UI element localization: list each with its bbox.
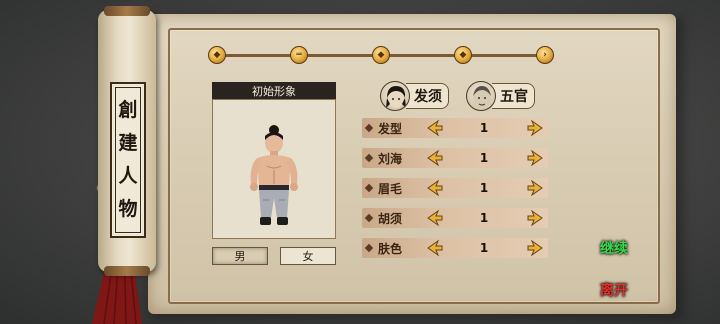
prev-arrow-icon[interactable] <box>426 210 444 226</box>
title-char: 人 <box>118 165 138 187</box>
prev-arrow-icon[interactable] <box>426 240 444 256</box>
next-arrow-icon[interactable] <box>526 210 544 226</box>
progress-step-2: ═ <box>290 46 308 64</box>
title-char: 創 <box>118 99 138 121</box>
character-figure <box>250 125 298 225</box>
female-button[interactable]: 女 <box>280 247 336 265</box>
character-portrait <box>212 99 336 239</box>
progress-step-3: ◆ <box>372 46 390 64</box>
title-char: 建 <box>118 132 138 154</box>
attribute-value: 1 <box>479 211 489 225</box>
prev-arrow-icon[interactable] <box>426 180 444 196</box>
next-arrow-icon[interactable] <box>526 240 544 256</box>
next-arrow-icon[interactable] <box>526 120 544 136</box>
attribute-label: 刘海 <box>364 148 422 168</box>
progress-step-5: › <box>536 46 554 64</box>
leave-button[interactable]: 离开 <box>600 284 628 298</box>
next-arrow-icon[interactable] <box>526 180 544 196</box>
tab-label: 五官 <box>492 83 535 109</box>
prev-arrow-icon[interactable] <box>426 150 444 166</box>
attribute-value: 1 <box>479 241 489 255</box>
title-char: 物 <box>118 198 138 220</box>
attribute-value: 1 <box>479 121 489 135</box>
face-features-icon <box>466 81 496 111</box>
attribute-label: 胡须 <box>364 208 422 228</box>
attribute-label: 肤色 <box>364 238 422 258</box>
scroll-cap-bottom <box>104 266 150 276</box>
tab-facial-features[interactable]: 五官 <box>466 80 535 112</box>
attribute-label: 发型 <box>364 118 422 138</box>
next-arrow-icon[interactable] <box>526 150 544 166</box>
tab-label: 发须 <box>406 83 449 109</box>
tab-hair-beard[interactable]: 发须 <box>380 80 449 112</box>
attribute-label: 眉毛 <box>364 178 422 198</box>
male-button[interactable]: 男 <box>212 247 268 265</box>
scroll-cap-top <box>104 6 150 16</box>
portrait-label: 初始形象 <box>212 82 336 99</box>
attribute-value: 1 <box>479 181 489 195</box>
progress-step-4: ◆ <box>454 46 472 64</box>
page-title: 創 建 人 物 <box>110 82 146 238</box>
prev-arrow-icon[interactable] <box>426 120 444 136</box>
hair-face-icon <box>380 81 410 111</box>
progress-step-1: ◆ <box>208 46 226 64</box>
attribute-value: 1 <box>479 151 489 165</box>
continue-button[interactable]: 继续 <box>600 242 628 256</box>
